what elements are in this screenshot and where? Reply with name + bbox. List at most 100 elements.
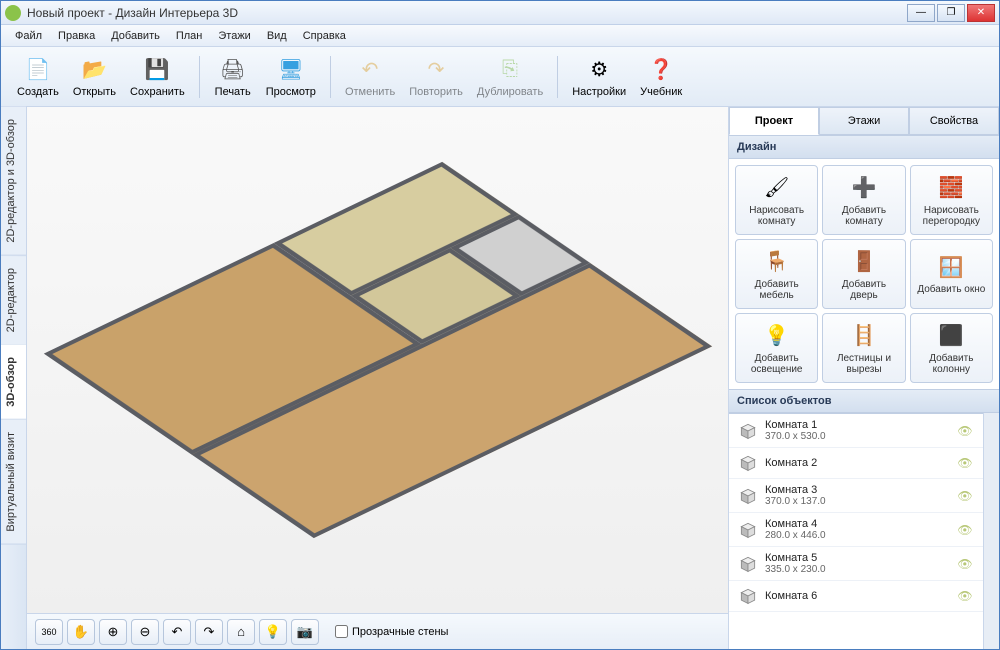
visibility-eye-icon[interactable]: 👁 xyxy=(955,523,975,537)
transparent-walls-checkbox[interactable]: Прозрачные стены xyxy=(335,625,448,638)
print-icon: 🖨 xyxy=(219,56,247,84)
menu-Файл[interactable]: Файл xyxy=(7,27,50,45)
minimize-button[interactable]: — xyxy=(907,4,935,22)
right-panel-tabs: ПроектЭтажиСвойства xyxy=(729,107,999,135)
draw-room-label: Нарисовать комнату xyxy=(740,205,813,227)
save-icon: 💾 xyxy=(143,56,171,84)
room-icon xyxy=(737,486,759,506)
tab-virtual[interactable]: Виртуальный визит xyxy=(1,420,26,545)
canvas-area: 360✋⊕⊖↶↷⌂💡📷 Прозрачные стены xyxy=(27,107,729,649)
menu-План[interactable]: План xyxy=(168,27,211,45)
rotate-right-icon[interactable]: ↷ xyxy=(195,619,223,645)
right-tab-Этажи[interactable]: Этажи xyxy=(819,107,909,135)
design-section-header: Дизайн xyxy=(729,135,999,159)
dup-label: Дублировать xyxy=(477,86,543,98)
menu-Вид[interactable]: Вид xyxy=(259,27,295,45)
right-tab-Проект[interactable]: Проект xyxy=(729,107,819,135)
zoom-out-icon[interactable]: ⊖ xyxy=(131,619,159,645)
draw-wall-button[interactable]: 🧱Нарисовать перегородку xyxy=(910,165,993,235)
rotate-left-icon[interactable]: ↶ xyxy=(163,619,191,645)
print-button[interactable]: 🖨Печать xyxy=(208,54,258,100)
design-tools-grid: 🖌 Нарисовать комнату ➕Добавить комнату🧱Нар… xyxy=(729,159,999,389)
hand-icon[interactable]: ✋ xyxy=(67,619,95,645)
add-door-button[interactable]: 🚪Добавить дверь xyxy=(822,239,905,309)
app-icon xyxy=(5,5,21,21)
visibility-eye-icon[interactable]: 👁 xyxy=(955,589,975,603)
object-list[interactable]: Комната 1370.0 x 530.0👁Комната 2👁Комната… xyxy=(729,413,983,649)
new-label: Создать xyxy=(17,86,59,98)
window-title: Новый проект - Дизайн Интерьера 3D xyxy=(27,6,907,20)
tab-3d[interactable]: 3D-обзор xyxy=(1,345,26,420)
right-tab-Свойства[interactable]: Свойства xyxy=(909,107,999,135)
save-label: Сохранить xyxy=(130,86,185,98)
object-name: Комната 1 xyxy=(765,419,826,431)
stairs-icon: 🪜 xyxy=(850,322,878,350)
scrollbar[interactable] xyxy=(983,413,999,649)
redo-label: Повторить xyxy=(409,86,463,98)
visibility-eye-icon[interactable]: 👁 xyxy=(955,424,975,438)
360-icon[interactable]: 360 xyxy=(35,619,63,645)
visibility-eye-icon[interactable]: 👁 xyxy=(955,489,975,503)
zoom-in-icon[interactable]: ⊕ xyxy=(99,619,127,645)
room-icon xyxy=(737,586,759,606)
menu-Добавить[interactable]: Добавить xyxy=(103,27,168,45)
help-button[interactable]: ❓ Учебник xyxy=(634,54,688,100)
draw-room-icon: 🖌 xyxy=(763,174,791,202)
object-name: Комната 5 xyxy=(765,552,826,564)
dup-icon: ⎘ xyxy=(496,56,524,84)
object-name: Комната 4 xyxy=(765,518,826,530)
settings-label: Настройки xyxy=(572,86,626,98)
add-room-button[interactable]: ➕Добавить комнату xyxy=(822,165,905,235)
object-row[interactable]: Комната 3370.0 x 137.0👁 xyxy=(729,479,983,513)
camera-icon[interactable]: ⌂ xyxy=(227,619,255,645)
add-light-button[interactable]: 💡Добавить освещение xyxy=(735,313,818,383)
stairs-label: Лестницы и вырезы xyxy=(827,353,900,375)
app-window: Новый проект - Дизайн Интерьера 3D — ❐ ✕… xyxy=(0,0,1000,650)
room-icon xyxy=(737,520,759,540)
transparent-walls-input[interactable] xyxy=(335,625,348,638)
object-row[interactable]: Комната 1370.0 x 530.0👁 xyxy=(729,414,983,448)
add-window-label: Добавить окно xyxy=(917,284,985,295)
settings-button[interactable]: ⚙Настройки xyxy=(566,54,632,100)
draw-wall-icon: 🧱 xyxy=(937,174,965,202)
visibility-eye-icon[interactable]: 👁 xyxy=(955,456,975,470)
add-window-button[interactable]: 🪟Добавить окно xyxy=(910,239,993,309)
photo-icon[interactable]: 📷 xyxy=(291,619,319,645)
close-button[interactable]: ✕ xyxy=(967,4,995,22)
save-button[interactable]: 💾 Сохранить xyxy=(124,54,191,100)
maximize-button[interactable]: ❐ xyxy=(937,4,965,22)
undo-label: Отменить xyxy=(345,86,395,98)
viewport-toolbar: 360✋⊕⊖↶↷⌂💡📷 Прозрачные стены xyxy=(27,613,728,649)
add-column-button[interactable]: ⬛Добавить колонну xyxy=(910,313,993,383)
visibility-eye-icon[interactable]: 👁 xyxy=(955,557,975,571)
open-label: Открыть xyxy=(73,86,116,98)
object-row[interactable]: Комната 2👁 xyxy=(729,448,983,479)
add-door-icon: 🚪 xyxy=(850,248,878,276)
object-row[interactable]: Комната 6👁 xyxy=(729,581,983,612)
toolbar-separator xyxy=(557,56,558,98)
tab-2d[interactable]: 2D-редактор xyxy=(1,256,26,345)
light-icon[interactable]: 💡 xyxy=(259,619,287,645)
transparent-walls-label: Прозрачные стены xyxy=(352,626,448,638)
object-row[interactable]: Комната 4280.0 x 446.0 👁 xyxy=(729,513,983,547)
add-furniture-button[interactable]: 🪑Добавить мебель xyxy=(735,239,818,309)
object-row[interactable]: Комната 5335.0 x 230.0 👁 xyxy=(729,547,983,581)
tab-2d-3d[interactable]: 2D-редактор и 3D-обзор xyxy=(1,107,26,256)
open-icon: 📂 xyxy=(80,56,108,84)
stairs-button[interactable]: 🪜 Лестницы и вырезы xyxy=(822,313,905,383)
room-icon xyxy=(737,421,759,441)
menu-Этажи[interactable]: Этажи xyxy=(210,27,258,45)
add-furniture-icon: 🪑 xyxy=(763,248,791,276)
draw-room-button[interactable]: 🖌 Нарисовать комнату xyxy=(735,165,818,235)
new-button[interactable]: 📄Создать xyxy=(11,54,65,100)
3d-viewport[interactable] xyxy=(27,107,728,613)
help-icon: ❓ xyxy=(647,56,675,84)
undo-button: ↶Отменить xyxy=(339,54,401,100)
object-dimensions: 280.0 x 446.0 xyxy=(765,530,826,541)
open-button[interactable]: 📂 Открыть xyxy=(67,54,122,100)
object-dimensions: 335.0 x 230.0 xyxy=(765,564,826,575)
view-button[interactable]: 🖥Просмотр xyxy=(260,54,322,100)
menu-Справка[interactable]: Справка xyxy=(295,27,354,45)
help-label: Учебник xyxy=(640,86,682,98)
menu-Правка[interactable]: Правка xyxy=(50,27,103,45)
